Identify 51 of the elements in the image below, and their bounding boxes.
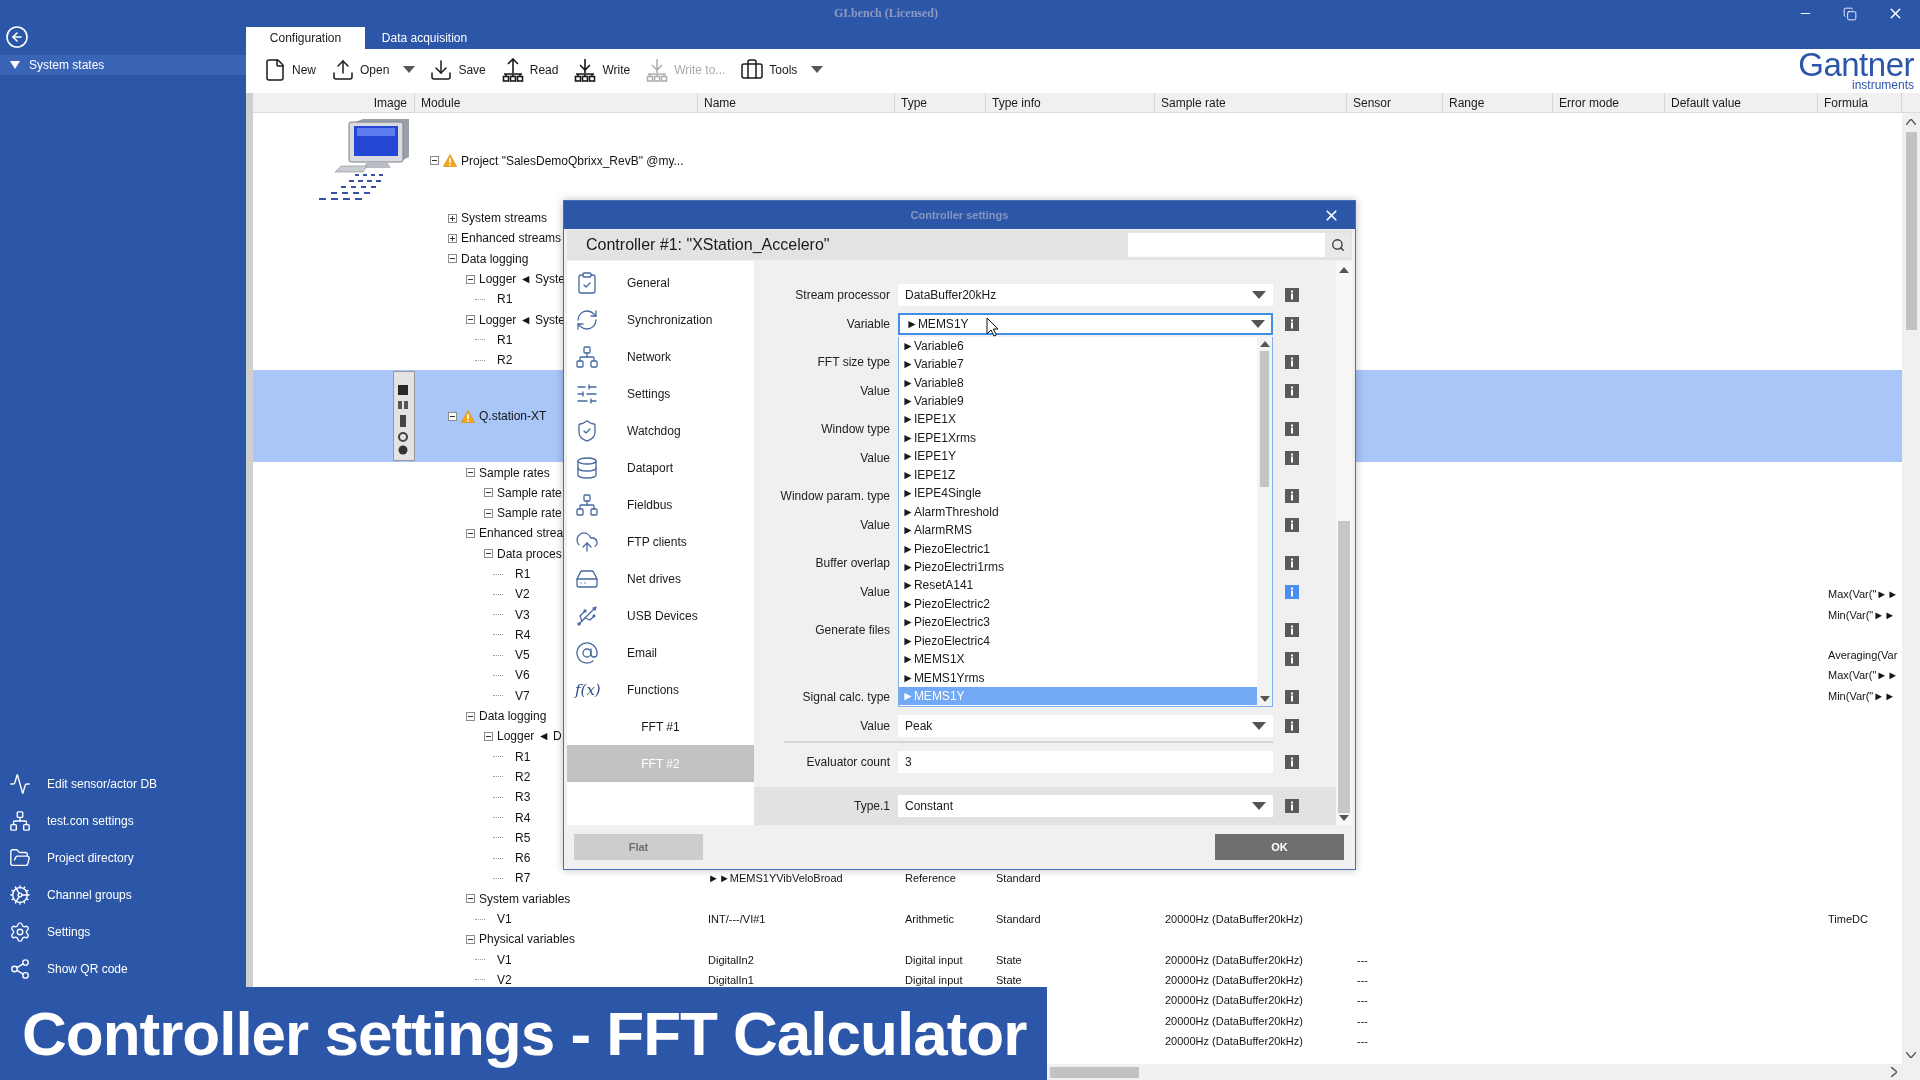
- logo-wordmark: Gantner: [1798, 48, 1914, 81]
- field-label: Window param. type: [779, 488, 890, 503]
- field-label: Value: [859, 718, 890, 733]
- table-cell-text: Arithmetic: [904, 913, 955, 926]
- table-cell-text: Digital input: [904, 953, 964, 966]
- table-cell-text: Standard: [995, 872, 1042, 885]
- table-cell-text: 20000Hz (DataBuffer20kHz): [1164, 994, 1304, 1007]
- table-cell-text: DigitalIn2: [707, 953, 755, 966]
- table-cell-text: TimeDC: [1827, 913, 1869, 926]
- field-label: Generate files: [814, 622, 890, 637]
- field-label: Value: [859, 383, 890, 398]
- table-cell-text: INT/---/VI#1: [707, 913, 767, 926]
- table-cell-text: 20000Hz (DataBuffer20kHz): [1164, 973, 1304, 986]
- field-label: Window type: [820, 421, 890, 436]
- field-label: Signal calc. type: [801, 689, 890, 704]
- function-symbol: f(x): [575, 680, 599, 699]
- field-label: Value: [859, 517, 890, 532]
- field-label: Value: [859, 584, 890, 599]
- table-cell-text: 20000Hz (DataBuffer20kHz): [1164, 1014, 1304, 1027]
- table-cell-text: 20000Hz (DataBuffer20kHz): [1164, 913, 1304, 926]
- table-cell-text: ---: [1356, 994, 1369, 1007]
- field-label: Variable: [845, 316, 890, 331]
- table-cell-text: ---: [1356, 973, 1369, 986]
- table-cell-text: DigitalIn1: [707, 973, 755, 986]
- field-label: Stream processor: [794, 287, 890, 302]
- table-cell-text: Max(Var("►►: [1827, 588, 1900, 601]
- table-cell-text: 20000Hz (DataBuffer20kHz): [1164, 953, 1304, 966]
- table-cell-text: Standard: [995, 913, 1042, 926]
- table-cell-text: State: [995, 953, 1023, 966]
- table-cell-text: Min(Var("►►: [1827, 608, 1897, 621]
- field-label: Type.1: [852, 799, 890, 813]
- table-cell-text: Digital input: [904, 973, 964, 986]
- app-title: GI.bench (Licensed): [834, 6, 938, 21]
- field-label: FFT size type: [816, 354, 890, 369]
- table-cell-text: 20000Hz (DataBuffer20kHz): [1164, 1034, 1304, 1047]
- dialog-title: Controller settings: [910, 209, 1009, 221]
- table-cell-text: Averaging(Var: [1827, 649, 1899, 662]
- field-label: Evaluator count: [805, 754, 890, 769]
- field-label: Buffer overlap: [814, 555, 890, 570]
- table-cell-text: ►►MEMS1YVibVeloBroad: [707, 872, 844, 885]
- field-label: Value: [859, 450, 890, 465]
- logo-tagline: instruments: [1851, 79, 1914, 91]
- table-cell-text: State: [995, 973, 1023, 986]
- caption-text: Controller settings - FFT Calculator: [22, 998, 1027, 1069]
- table-cell-text: ---: [1356, 953, 1369, 966]
- table-cell-text: ---: [1356, 1014, 1369, 1027]
- controller-heading: Controller #1: "XStation_Accelero": [586, 236, 830, 254]
- table-cell-text: Min(Var("►►: [1827, 689, 1897, 702]
- table-cell-text: ---: [1356, 1034, 1369, 1047]
- table-cell-text: Reference: [904, 872, 957, 885]
- table-cell-text: Max(Var("►►: [1827, 669, 1900, 682]
